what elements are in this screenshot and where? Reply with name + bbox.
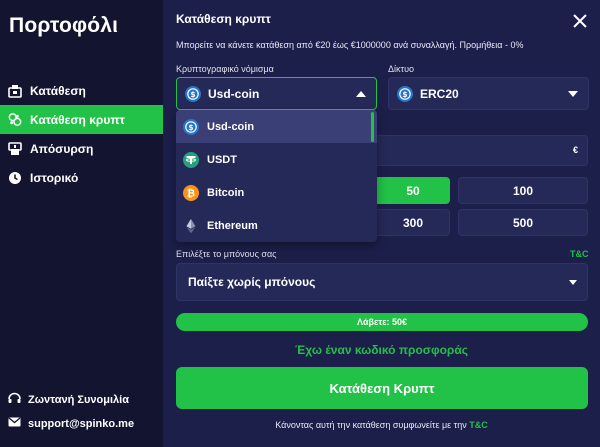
mail-icon bbox=[8, 417, 21, 430]
history-icon bbox=[8, 171, 22, 185]
tc-link[interactable]: T&C bbox=[570, 249, 589, 259]
sidebar-item-label: Ιστορικό bbox=[30, 170, 79, 185]
wallet-title: Πορτοφόλι bbox=[9, 14, 119, 37]
ethereum-icon bbox=[183, 218, 199, 234]
currency-value: Usd-coin bbox=[208, 86, 260, 101]
page-title: Κατάθεση κρυπτ bbox=[176, 12, 271, 26]
bonus-select[interactable]: Παίξτε χωρίς μπόνους bbox=[176, 263, 588, 301]
amount-chip-500[interactable]: 500 bbox=[458, 209, 588, 236]
option-label: USDT bbox=[207, 153, 237, 166]
sidebar: Πορτοφόλι Κατάθεση Κατάθεση κρυπτ Απόσυρ… bbox=[0, 0, 163, 447]
bonus-label: Επιλέξτε το μπόνους σας bbox=[176, 249, 277, 259]
amount-chip-100[interactable]: 100 bbox=[458, 177, 588, 204]
chevron-up-icon bbox=[356, 91, 366, 97]
option-bitcoin[interactable]: ₿ Bitcoin bbox=[176, 176, 377, 209]
deposit-button[interactable]: Κατάθεση Κρυπτ bbox=[176, 367, 588, 409]
support-email-link[interactable]: support@spinko.me bbox=[8, 417, 134, 430]
chat-icon bbox=[8, 392, 21, 408]
live-chat-label: Ζωντανή Συνομιλία bbox=[28, 394, 129, 406]
sidebar-item-deposit[interactable]: Κατάθεση bbox=[0, 76, 163, 105]
dropdown-scrollbar[interactable] bbox=[371, 112, 374, 142]
svg-text:$: $ bbox=[402, 89, 407, 98]
network-label: Δίκτυο bbox=[388, 64, 414, 74]
svg-text:$: $ bbox=[190, 89, 195, 98]
network-value: ERC20 bbox=[420, 86, 459, 101]
svg-text:$: $ bbox=[188, 122, 193, 131]
sidebar-item-label: Κατάθεση bbox=[30, 83, 86, 98]
sidebar-item-withdraw[interactable]: Απόσυρση bbox=[0, 134, 163, 163]
sidebar-item-history[interactable]: Ιστορικό bbox=[0, 163, 163, 192]
amount-chip-label: 100 bbox=[512, 183, 534, 198]
deposit-icon bbox=[8, 84, 22, 98]
crypto-icon bbox=[8, 113, 22, 127]
usd-coin-icon: $ bbox=[185, 85, 201, 102]
option-ethereum[interactable]: Ethereum bbox=[176, 209, 377, 242]
sidebar-nav: Κατάθεση Κατάθεση κρυπτ Απόσυρση Ιστορικ… bbox=[0, 76, 163, 192]
usd-coin-icon: $ bbox=[183, 118, 199, 135]
amount-chip-label: 300 bbox=[402, 215, 424, 230]
chevron-down-icon bbox=[568, 91, 578, 97]
sidebar-item-crypto-deposit[interactable]: Κατάθεση κρυπτ bbox=[0, 105, 163, 134]
svg-text:₿: ₿ bbox=[187, 187, 195, 199]
deposit-info-text: Μπορείτε να κάνετε κατάθεση από €20 έως … bbox=[176, 40, 524, 50]
withdraw-icon bbox=[8, 141, 22, 156]
close-button[interactable] bbox=[571, 12, 589, 30]
network-select[interactable]: $ ERC20 bbox=[388, 77, 589, 110]
bitcoin-icon: ₿ bbox=[183, 184, 199, 201]
option-usd-coin[interactable]: $ Usd-coin bbox=[176, 110, 377, 143]
terms-text: Κάνοντας αυτή την κατάθεση συμφωνείτε με… bbox=[163, 420, 600, 430]
amount-chip-label: 500 bbox=[512, 215, 534, 230]
currency-unit: € bbox=[572, 145, 578, 155]
support-email-label: support@spinko.me bbox=[28, 417, 135, 430]
terms-link[interactable]: T&C bbox=[469, 420, 488, 430]
currency-dropdown: $ Usd-coin USDT ₿ Bitcoin Ethereum bbox=[176, 110, 377, 242]
live-chat-link[interactable]: Ζωντανή Συνομιλία bbox=[8, 392, 129, 408]
sidebar-item-label: Απόσυρση bbox=[30, 141, 94, 156]
usd-coin-icon: $ bbox=[397, 85, 413, 102]
promo-code-link[interactable]: Έχω έναν κωδικό προσφοράς bbox=[163, 343, 600, 357]
receive-amount: Λάβετε: 50€ bbox=[176, 313, 588, 331]
bonus-value: Παίξτε χωρίς μπόνους bbox=[188, 275, 316, 289]
currency-label: Κρυπτογραφικό νόμισμα bbox=[176, 64, 274, 74]
usdt-icon bbox=[183, 151, 199, 168]
close-icon bbox=[573, 14, 587, 28]
currency-select[interactable]: $ Usd-coin bbox=[176, 77, 377, 110]
option-label: Ethereum bbox=[207, 219, 258, 232]
chevron-down-icon bbox=[569, 280, 577, 285]
option-label: Usd-coin bbox=[207, 120, 255, 133]
amount-chip-label: 50 bbox=[406, 183, 420, 198]
option-label: Bitcoin bbox=[207, 186, 245, 199]
terms-label: Κάνοντας αυτή την κατάθεση συμφωνείτε με… bbox=[275, 420, 467, 430]
sidebar-item-label: Κατάθεση κρυπτ bbox=[30, 112, 125, 127]
option-usdt[interactable]: USDT bbox=[176, 143, 377, 176]
